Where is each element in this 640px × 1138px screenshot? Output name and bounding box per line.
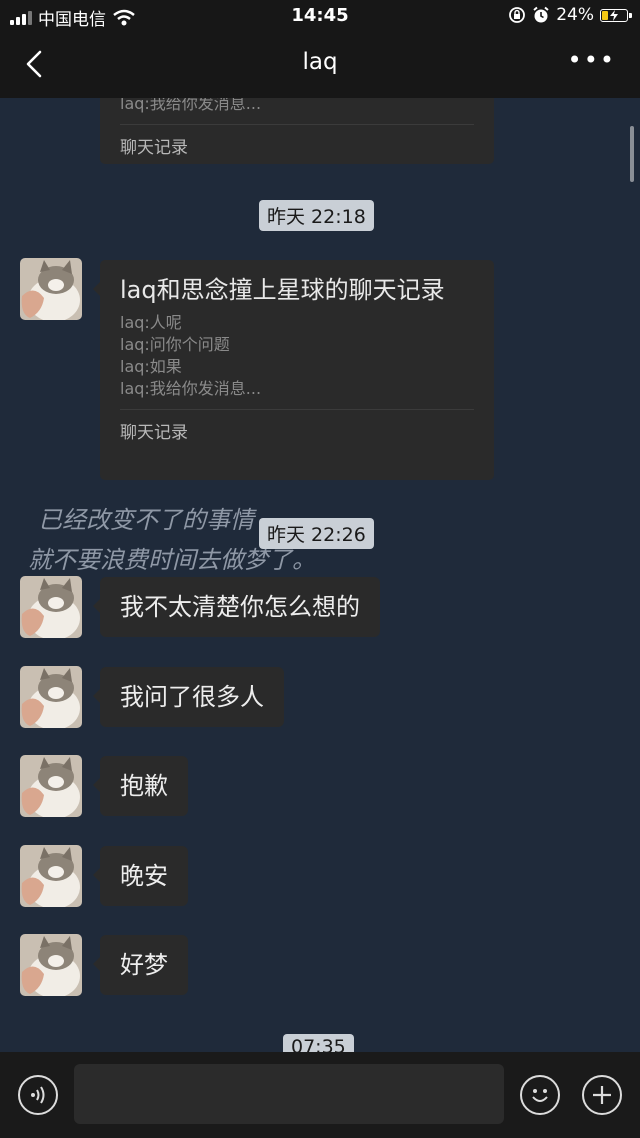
message-bubble[interactable]: 好梦 [93,935,188,995]
bubble-tail [93,282,100,296]
cat-avatar-image [20,845,82,907]
message-bubble[interactable]: 晚安 [93,846,188,906]
status-bar: 中国电信 14:45 24% [0,0,640,32]
record-line: laq:问你个问题 [120,335,230,354]
add-icon [593,1086,611,1104]
cat-avatar-image [20,576,82,638]
cat-avatar-image [20,755,82,817]
battery-charging-icon [600,8,632,22]
avatar[interactable] [20,666,82,728]
cat-avatar-image [20,666,82,728]
chat-area[interactable]: laq:我给你发消息... 聊天记录 昨天 22:18 laq和思念撞上星球的聊… [0,98,640,1052]
chat-record-card[interactable]: laq和思念撞上星球的聊天记录 laq:人呢 laq:问你个问题 laq:如果 … [93,260,494,480]
record-title: laq和思念撞上星球的聊天记录 [120,276,445,304]
cat-avatar-image [20,258,82,320]
avatar[interactable] [20,755,82,817]
voice-icon [31,1086,45,1104]
record-footer: 聊天记录 [120,138,188,158]
message-bubble[interactable]: 我不太清楚你怎么想的 [93,577,380,637]
emoji-icon [532,1089,548,1102]
handwriting-line: 已经改变不了的事情 [38,506,257,534]
battery-fill [602,10,609,20]
message-bubble[interactable]: 我问了很多人 [93,667,284,727]
handwriting-line: 就不要浪费时间去做梦了。 [28,546,316,574]
record-footer: 聊天记录 [120,423,188,443]
timestamp: 昨天 22:26 [259,518,374,549]
voice-button[interactable] [18,1075,58,1115]
input-bar [0,1052,640,1138]
timestamp: 昨天 22:18 [259,200,374,231]
record-line: laq:人呢 [120,313,182,332]
avatar[interactable] [20,258,82,320]
orientation-lock-icon [509,7,526,23]
chat-title: laq [302,49,338,75]
battery-percent: 24% [556,5,594,25]
avatar[interactable] [20,576,82,638]
record-line: laq:如果 [120,357,182,376]
alarm-icon [533,6,549,23]
message-bubble[interactable]: 抱歉 [93,756,188,816]
avatar[interactable] [20,934,82,996]
avatar[interactable] [20,845,82,907]
cat-avatar-image [20,934,82,996]
message-input[interactable] [74,1064,504,1124]
scrollbar[interactable] [630,126,634,182]
more-button[interactable]: ••• [568,46,616,74]
record-line: laq:我给你发消息... [120,98,262,113]
timestamp: 07:35 [283,1034,354,1052]
chat-record-card-partial[interactable]: laq:我给你发消息... 聊天记录 [100,98,494,164]
status-right: 24% [508,5,632,25]
emoji-button[interactable] [520,1075,560,1115]
record-line: laq:我给你发消息... [120,379,262,398]
add-button[interactable] [582,1075,622,1115]
nav-bar: laq ••• [0,32,640,98]
